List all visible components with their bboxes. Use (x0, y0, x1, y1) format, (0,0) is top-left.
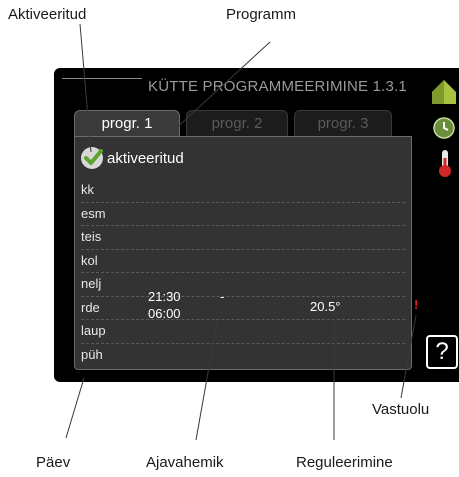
thermometer-icon[interactable] (436, 148, 454, 178)
screen-title: KÜTTE PROGRAMMEERIMINE 1.3.1 (148, 78, 407, 95)
callout-adjustment: Reguleerimine (296, 454, 393, 471)
clock-icon[interactable] (432, 116, 456, 140)
day-row-tuesday[interactable]: esm (81, 203, 405, 226)
day-row-holiday[interactable]: püh (81, 344, 405, 367)
title-rule (62, 78, 142, 79)
schedule-end-time[interactable]: 06:00 (148, 306, 181, 321)
callout-conflict: Vastuolu (372, 401, 430, 418)
activated-toggle[interactable]: aktiveeritud (81, 145, 184, 171)
tab-program-1[interactable]: progr. 1 (74, 110, 180, 137)
day-row-thursday[interactable]: kol (81, 250, 405, 273)
tab-program-3[interactable]: progr. 3 (294, 110, 392, 137)
house-icon[interactable] (429, 76, 459, 106)
activated-label: aktiveeritud (107, 149, 184, 167)
heating-schedule-screen: KÜTTE PROGRAMMEERIMINE 1.3.1 progr. 1 pr… (54, 68, 459, 382)
schedule-start-time[interactable]: 21:30 (148, 289, 181, 304)
program-panel: aktiveeritud kk esm teis kol nelj rde la… (74, 136, 412, 370)
check-icon (81, 147, 103, 169)
callout-day: Päev (36, 454, 71, 471)
callout-program: Programm (226, 6, 297, 23)
day-row-sunday[interactable]: laup (81, 320, 405, 344)
callout-time-period: Ajavahemik (146, 454, 224, 471)
callout-activated: Aktiveeritud (8, 6, 87, 23)
day-row-friday[interactable]: nelj (81, 273, 405, 297)
conflict-indicator: ! (414, 297, 419, 312)
schedule-time-separator: - (220, 289, 225, 304)
day-list: kk esm teis kol nelj rde laup püh (81, 179, 405, 366)
help-icon[interactable]: ? (426, 335, 458, 369)
day-row-saturday[interactable]: rde (81, 297, 405, 320)
schedule-adjustment-value[interactable]: 20.5° (310, 299, 341, 314)
day-row-wednesday[interactable]: teis (81, 226, 405, 250)
tab-program-2[interactable]: progr. 2 (186, 110, 288, 137)
day-row-monday[interactable]: kk (81, 179, 405, 203)
leader-day (65, 377, 85, 439)
